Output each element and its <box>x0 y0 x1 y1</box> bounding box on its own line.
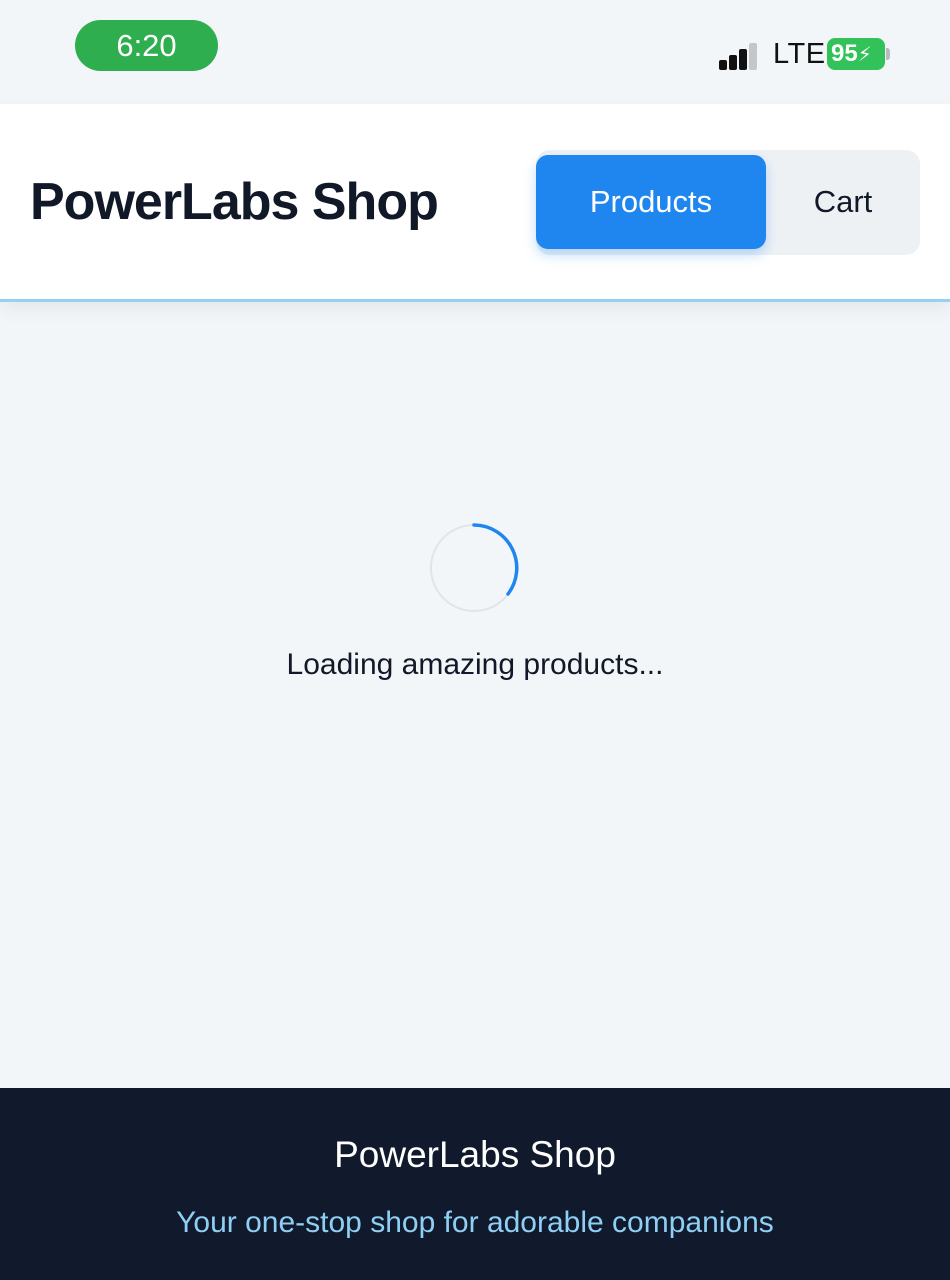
status-time: 6:20 <box>75 20 218 71</box>
battery-nub <box>886 48 890 60</box>
nav-cart-button[interactable]: Cart <box>766 155 920 249</box>
battery-level: 95 <box>831 40 858 67</box>
site-header: PowerLabs Shop Products Cart <box>0 104 950 302</box>
status-bar: 6:20 LTE 95⚡ <box>0 0 950 104</box>
loading-message: Loading amazing products... <box>286 648 664 681</box>
brand-title[interactable]: PowerLabs Shop <box>30 172 439 232</box>
nav-products-button[interactable]: Products <box>536 155 766 249</box>
footer-tagline: Your one-stop shop for adorable companio… <box>176 1206 774 1239</box>
main-nav: Products Cart <box>536 150 920 255</box>
cellular-signal-icon <box>719 40 765 70</box>
footer-title: PowerLabs Shop <box>334 1134 616 1175</box>
loading-spinner-icon <box>430 523 519 612</box>
site-footer: PowerLabs Shop Your one-stop shop for ad… <box>0 1088 950 1280</box>
battery-charging-icon: 95⚡ <box>827 38 885 70</box>
network-type: LTE <box>773 38 826 70</box>
